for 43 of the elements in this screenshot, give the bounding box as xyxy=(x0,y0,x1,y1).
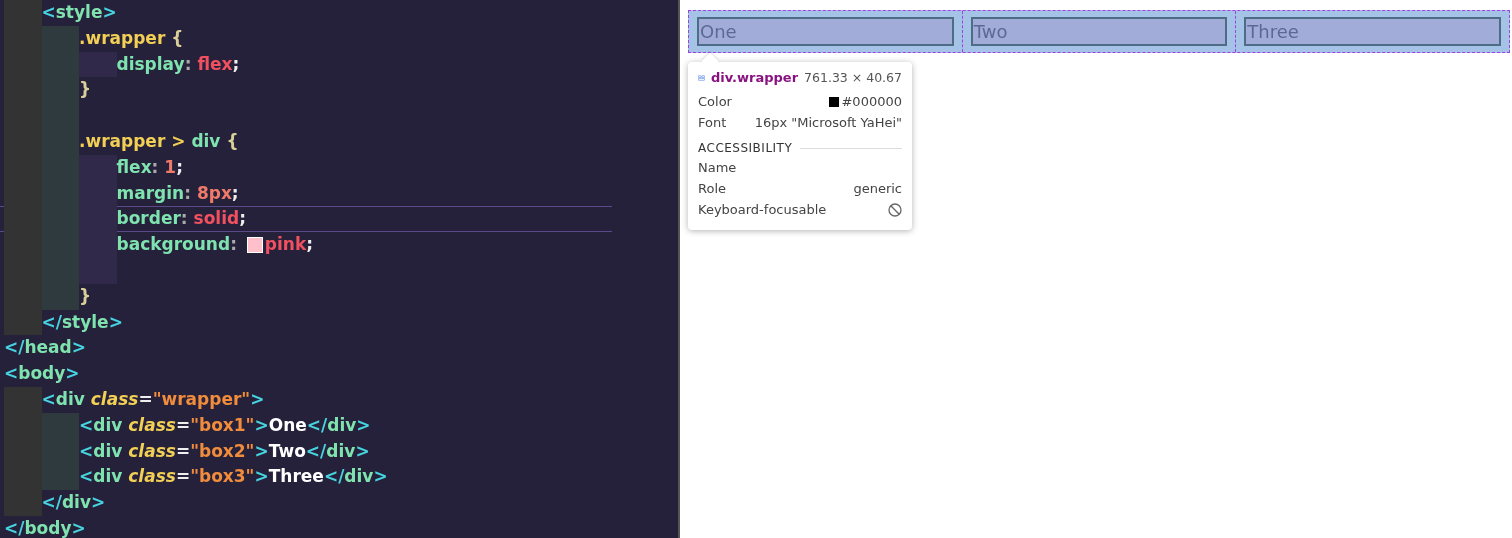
code-line: <div class="box3">Three</div> xyxy=(0,464,388,491)
code-line: } xyxy=(0,77,92,104)
code-line: flex: 1; xyxy=(0,154,183,181)
indent-guide xyxy=(4,490,42,516)
code-line: } xyxy=(0,283,92,310)
indent-guide xyxy=(41,412,79,439)
code-line: <style> xyxy=(0,0,117,26)
code-line: </style> xyxy=(0,309,123,336)
flex-item: Two xyxy=(970,17,1228,46)
indent-guide xyxy=(79,154,117,181)
row-value: generic xyxy=(853,180,902,198)
element-selector: div.wrapper xyxy=(710,70,799,85)
code-line: <div class="box2">Two</div> xyxy=(0,438,370,465)
flex-item: One xyxy=(697,17,954,46)
element-size: 761.33 × 40.67 xyxy=(804,70,902,85)
row-value: 16px "Microsoft YaHei" xyxy=(754,114,902,132)
indent-guide xyxy=(4,386,42,413)
indent-guide xyxy=(79,257,117,284)
code-line: </head> xyxy=(3,336,86,360)
code-line: <div class="wrapper"> xyxy=(0,386,265,413)
code-line: display: flex; xyxy=(0,51,240,78)
code-line: <body> xyxy=(3,362,80,386)
row-label: Keyboard-focusable xyxy=(698,201,827,219)
row-label: Font xyxy=(698,114,727,132)
indent-guide xyxy=(4,0,42,26)
code-line: .wrapper { xyxy=(0,25,184,52)
code-line: </body> xyxy=(3,516,86,538)
row-label: Color xyxy=(698,93,732,111)
indent-guide xyxy=(79,51,117,78)
code-line: .wrapper > div { xyxy=(0,129,239,155)
code-line: <div class="box1">One</div> xyxy=(0,412,371,439)
indent-guide xyxy=(41,25,79,52)
indent-guide xyxy=(4,309,42,336)
code-line: </div> xyxy=(0,490,106,516)
flex-item: Three xyxy=(1244,17,1501,46)
row-label: Role xyxy=(698,180,726,198)
section-heading: ACCESSIBILITY xyxy=(698,141,793,155)
code-line: border: solid; xyxy=(0,206,612,233)
code-line: background: pink; xyxy=(0,232,314,258)
row-value: #000000 xyxy=(841,93,902,111)
code-line: margin: 8px; xyxy=(0,180,239,207)
indent-guide xyxy=(41,464,79,491)
row-label: Name xyxy=(698,159,737,177)
